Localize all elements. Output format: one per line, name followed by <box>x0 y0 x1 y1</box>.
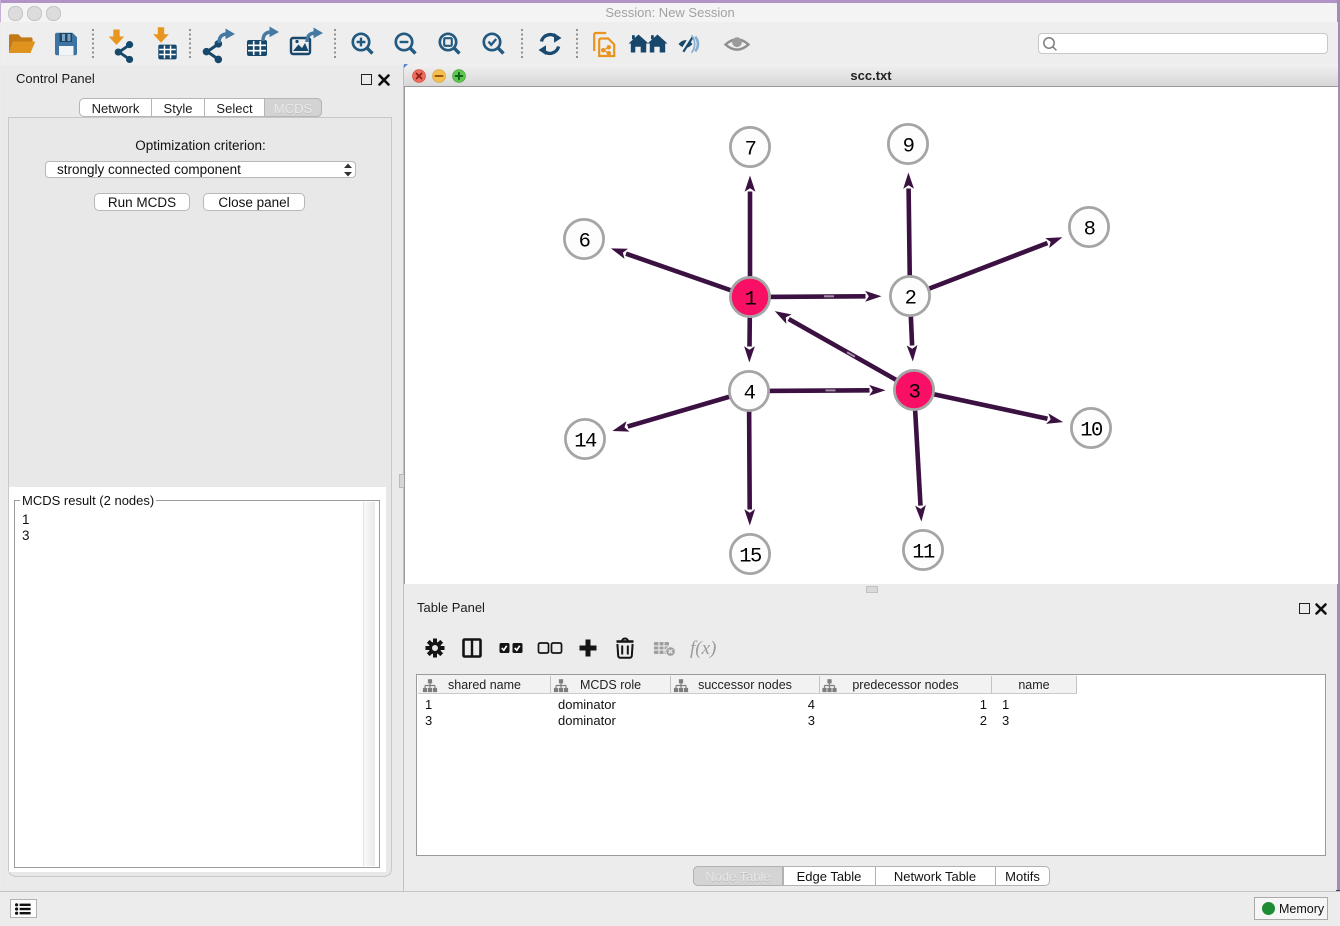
svg-text:15: 15 <box>739 545 761 568</box>
svg-text:f(x): f(x) <box>690 638 716 659</box>
svg-text:1: 1 <box>745 288 757 311</box>
svg-text:8: 8 <box>1084 218 1095 241</box>
svg-text:2: 2 <box>905 287 916 310</box>
svg-text:4: 4 <box>744 382 756 405</box>
svg-text:11: 11 <box>912 541 935 564</box>
svg-text:14: 14 <box>574 430 597 453</box>
svg-text:9: 9 <box>903 135 914 158</box>
svg-text:3: 3 <box>909 381 920 404</box>
svg-text:7: 7 <box>745 138 756 161</box>
svg-text:6: 6 <box>579 230 590 253</box>
svg-text:10: 10 <box>1080 419 1103 442</box>
